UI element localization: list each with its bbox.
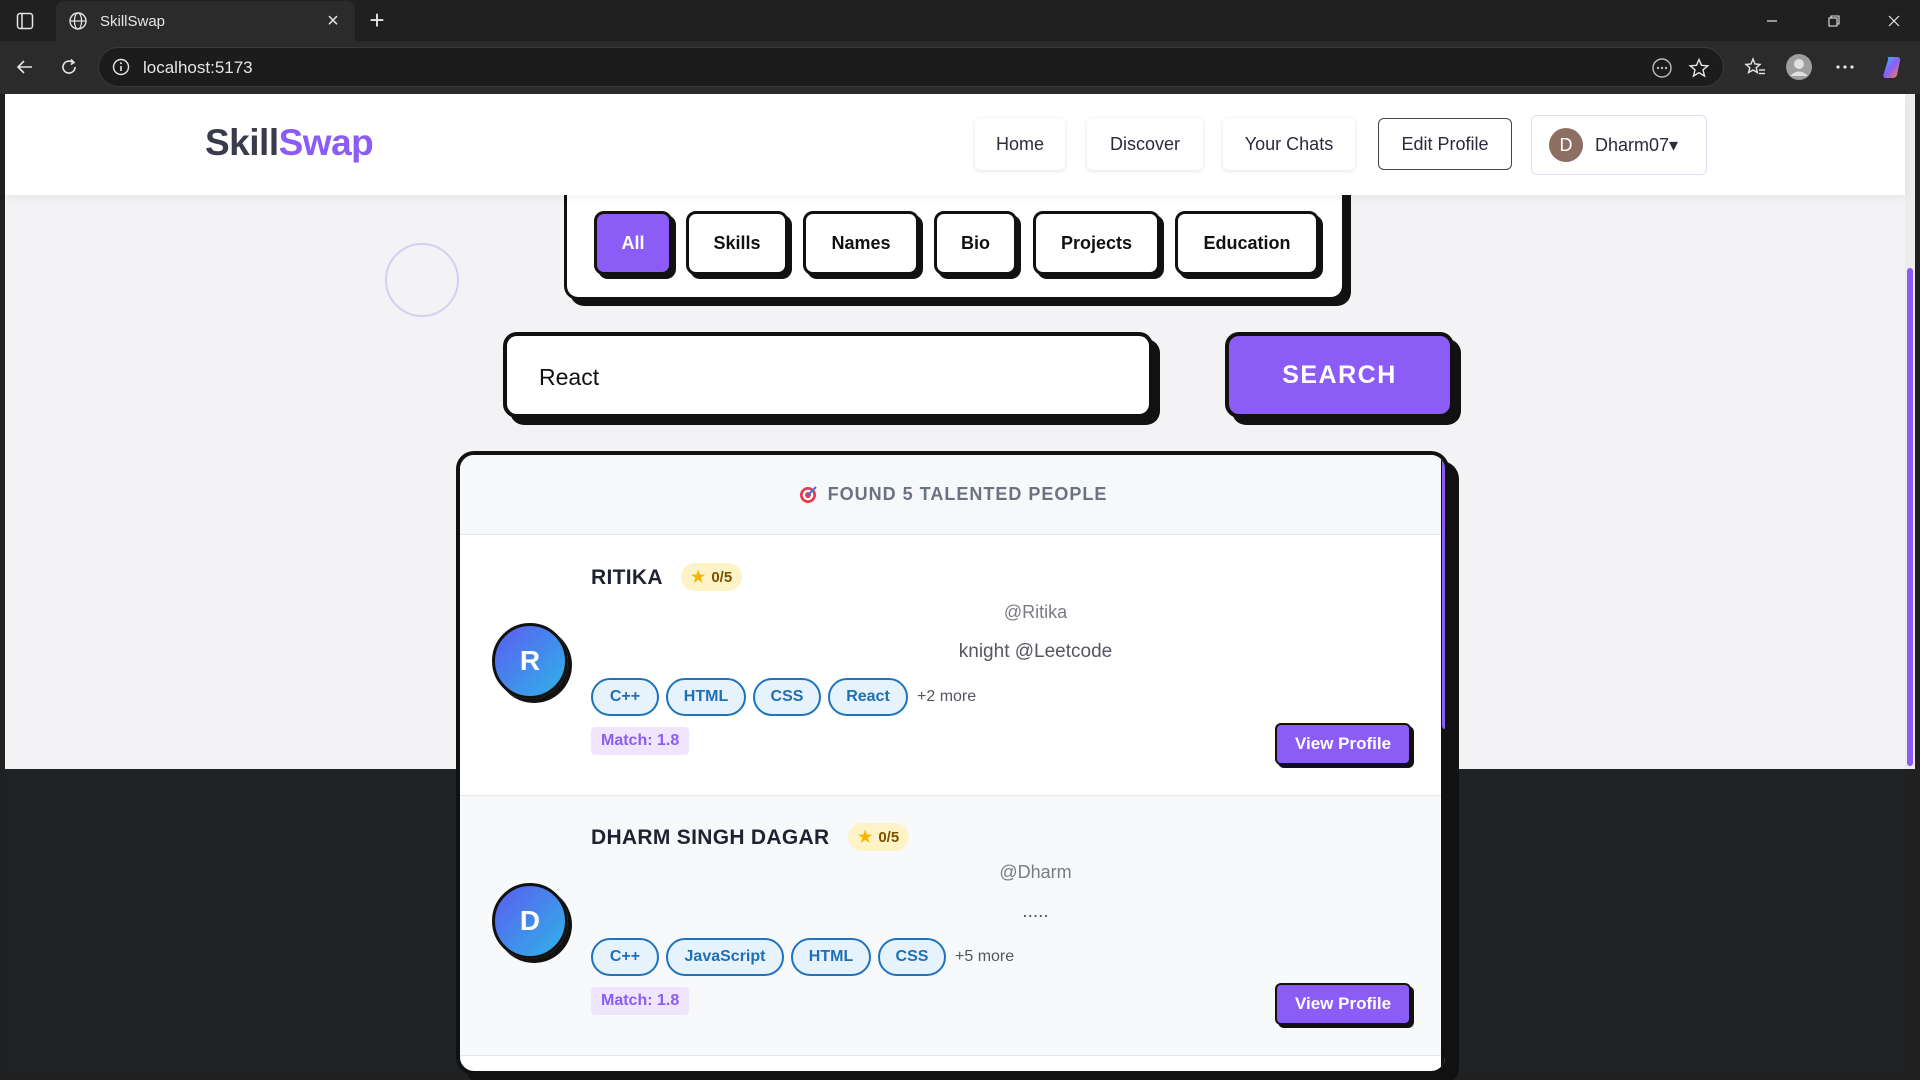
decorative-circle <box>385 243 459 317</box>
rating-badge: ★ 0/5 <box>681 563 743 591</box>
page-scrollbar-thumb[interactable] <box>1907 268 1913 766</box>
username-label: Dharm07 <box>1595 134 1670 155</box>
reading-mode-icon[interactable] <box>1647 54 1677 82</box>
skill-tag[interactable]: CSS <box>753 678 821 716</box>
result-card: D DHARM SINGH DAGAR ★ 0/5 @Dharm ..... C+… <box>460 796 1441 1056</box>
nav-discover-button[interactable]: Discover <box>1087 118 1203 170</box>
results-scrollbar-thumb[interactable] <box>1442 459 1445 729</box>
browser-tab[interactable]: SkillSwap × <box>56 1 355 41</box>
restore-icon[interactable] <box>1814 0 1854 41</box>
profile-icon[interactable] <box>1782 50 1816 84</box>
address-bar[interactable]: localhost:5173 <box>98 47 1724 87</box>
skill-tag[interactable]: C++ <box>591 678 659 716</box>
skill-tag[interactable]: JavaScript <box>666 938 784 976</box>
globe-icon <box>69 12 87 30</box>
rating-badge: ★ 0/5 <box>848 823 910 851</box>
skill-tag[interactable]: CSS <box>878 938 946 976</box>
result-username: @Ritika <box>1003 602 1068 622</box>
chevron-down-icon: ▾ <box>1669 134 1679 155</box>
close-window-icon[interactable] <box>1874 0 1914 41</box>
user-menu-button[interactable]: D Dharm07 ▾ <box>1531 115 1707 175</box>
match-score-badge: Match: 1.8 <box>591 727 690 755</box>
skill-tag[interactable]: C++ <box>591 938 659 976</box>
star-icon: ★ <box>858 829 873 846</box>
sidebar-toggle-icon[interactable] <box>10 0 40 41</box>
star-icon: ★ <box>691 569 706 586</box>
copilot-icon[interactable] <box>1876 50 1910 84</box>
logo-part-swap: Swap <box>278 122 374 163</box>
filter-chip-projects[interactable]: Projects <box>1033 211 1160 275</box>
skill-tag[interactable]: HTML <box>666 678 746 716</box>
browser-tab-bar: SkillSwap × + <box>0 0 1920 41</box>
result-card: R RITIKA ★ 0/5 @Ritika knight @Leetcode C… <box>460 536 1441 796</box>
search-input-value: React <box>539 364 600 390</box>
filter-chip-bio[interactable]: Bio <box>934 211 1017 275</box>
results-header: FOUND 5 TALENTED PEOPLE <box>460 455 1445 535</box>
result-bio: knight @Leetcode <box>958 641 1113 662</box>
filter-chip-names[interactable]: Names <box>803 211 919 275</box>
logo[interactable]: SkillSwap <box>205 122 374 164</box>
back-icon[interactable] <box>8 50 42 84</box>
more-skills-count: +5 more <box>955 948 1015 965</box>
favorites-icon[interactable] <box>1738 50 1772 84</box>
new-tab-icon[interactable]: + <box>362 0 392 41</box>
filter-chip-skills[interactable]: Skills <box>686 211 788 275</box>
top-navbar: SkillSwap Home Discover Your Chats Edit … <box>5 94 1905 195</box>
refresh-icon[interactable] <box>52 50 86 84</box>
match-score-badge: Match: 1.8 <box>591 987 690 1015</box>
url-text: localhost:5173 <box>143 58 253 77</box>
close-tab-icon[interactable]: × <box>323 10 343 33</box>
result-name: RITIKA <box>591 566 663 589</box>
results-count-text: FOUND 5 TALENTED PEOPLE <box>827 484 1108 504</box>
rating-value: 0/5 <box>711 568 733 586</box>
view-profile-button[interactable]: View Profile <box>1275 983 1411 1025</box>
target-icon <box>799 485 817 503</box>
user-avatar: D <box>1549 128 1583 162</box>
logo-part-skill: Skill <box>205 122 279 163</box>
skill-tag[interactable]: HTML <box>791 938 871 976</box>
result-username: @Dharm <box>999 862 1072 882</box>
result-bio: ..... <box>1022 901 1049 922</box>
browser-toolbar: localhost:5173 <box>0 41 1920 94</box>
favorite-star-icon[interactable] <box>1684 54 1714 82</box>
rating-value: 0/5 <box>878 828 900 846</box>
minimize-icon[interactable] <box>1752 0 1792 41</box>
edit-profile-button[interactable]: Edit Profile <box>1378 118 1512 170</box>
site-info-icon[interactable] <box>111 57 131 77</box>
filter-chip-education[interactable]: Education <box>1175 211 1319 275</box>
filter-chip-all[interactable]: All <box>594 211 672 275</box>
view-profile-button[interactable]: View Profile <box>1275 723 1411 765</box>
search-button[interactable]: SEARCH <box>1225 332 1454 418</box>
search-input[interactable]: React <box>503 332 1153 418</box>
more-skills-count: +2 more <box>917 688 977 705</box>
result-name: DHARM SINGH DAGAR <box>591 826 830 849</box>
nav-home-button[interactable]: Home <box>975 118 1065 170</box>
nav-chats-button[interactable]: Your Chats <box>1223 118 1355 170</box>
skill-tag[interactable]: React <box>828 678 908 716</box>
results-panel: FOUND 5 TALENTED PEOPLE R RITIKA ★ 0/5 @R… <box>456 451 1449 1075</box>
more-options-icon[interactable] <box>1828 50 1862 84</box>
tab-title: SkillSwap <box>100 12 166 30</box>
